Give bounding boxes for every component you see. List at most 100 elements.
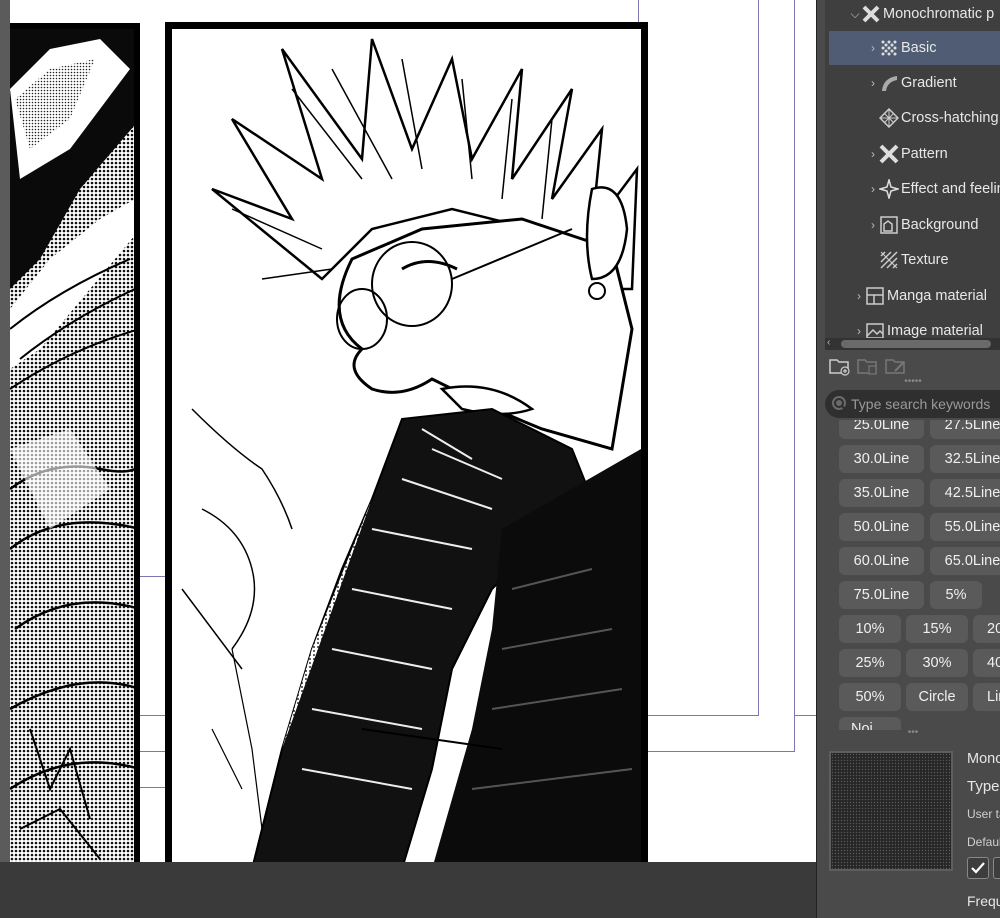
tag-label: 5% [945,587,967,603]
tag-label: 35.0Line [853,485,910,501]
halftone-artwork [10,29,134,862]
tree-item-manga-material[interactable]: › Manga material [853,279,1000,313]
tree-item-label: Effect and feelin [901,181,1000,197]
tag-label: 15% [922,621,952,637]
chevron-right-icon[interactable]: › [853,324,865,338]
chevron-right-icon[interactable]: › [867,182,879,196]
search-input[interactable] [851,396,1000,412]
tag-button[interactable]: 65.0Line [930,547,1000,575]
tag-button[interactable]: Line [973,683,1000,711]
tree-item-monochromatic[interactable]: ⌵ Monochromatic p [849,0,1000,31]
search-field[interactable] [825,390,1000,418]
tree-item-pattern[interactable]: › Pattern [867,137,1000,171]
tree-item-label: Texture [901,252,949,268]
tag-label: 25% [855,655,885,671]
tag-button[interactable]: Circle [906,683,968,711]
tree-item-image-material[interactable]: › Image material [853,314,1000,340]
tag-button[interactable]: 15% [906,615,968,643]
material-tree[interactable]: ⌵ Monochromatic p › Basic › Gradient Cro… [825,0,1000,340]
tree-horizontal-scrollbar[interactable]: ‹ [825,337,1000,350]
new-folder-icon[interactable] [829,355,851,377]
tag-label: Noi [851,721,873,730]
delete-folder-icon[interactable] [857,355,879,377]
pattern-icon [879,144,899,164]
guide-line [140,787,166,788]
checkmark-icon [971,862,985,874]
manga-page[interactable] [10,0,816,862]
canvas-status-bar [0,862,816,918]
tag-label: 25.0Line [853,420,910,433]
background-icon [879,215,899,235]
tag-button[interactable]: 40% [973,649,1000,677]
tree-item-basic[interactable]: › Basic [829,31,1000,65]
scrollbar-thumb[interactable] [841,340,991,348]
tag-button[interactable]: Noi [839,717,901,730]
tag-button[interactable]: 25% [839,649,901,677]
tree-item-label: Background [901,217,979,233]
tree-item-label: Gradient [901,75,957,91]
tree-item-gradient[interactable]: › Gradient [867,66,1000,100]
character-artwork [181,38,641,862]
halftone-dots-icon [879,38,899,58]
option-checkbox[interactable] [993,857,1000,879]
tag-label: 75.0Line [853,587,910,603]
frequency-label: Freque [967,893,1000,909]
tag-button[interactable]: 50% [839,683,901,711]
tag-list: 25.0Line 27.5Line 30.0Line 32.5Line 35.0… [825,420,1000,730]
tree-item-label: Cross-hatching [901,110,999,126]
tag-button[interactable]: 30.0Line [839,445,924,473]
tree-item-texture[interactable]: Texture [879,243,1000,277]
tag-button[interactable]: 55.0Line [930,513,1000,541]
tag-label: 65.0Line [944,553,1000,569]
tag-label: Circle [918,689,956,705]
chevron-right-icon[interactable]: › [867,41,879,55]
tag-button[interactable]: 25.0Line [839,420,924,439]
scroll-left-arrow-icon[interactable]: ‹ [827,337,830,348]
search-icon [828,392,851,416]
material-preview [829,751,953,871]
tag-button[interactable]: 75.0Line [839,581,924,609]
tag-button[interactable]: 20% [973,615,1000,643]
guide-line [758,0,759,716]
tag-button[interactable]: 42.5Line [930,479,1000,507]
chevron-down-icon[interactable]: ⌵ [849,7,861,22]
tag-label: Line [987,689,1000,705]
tag-label: 40% [987,655,1000,671]
tag-button[interactable]: 27.5Line [930,420,1000,439]
tree-item-label: Image material [887,323,983,339]
chevron-right-icon[interactable]: › [867,218,879,232]
chevron-right-icon[interactable]: › [867,147,879,161]
texture-icon [879,250,899,270]
tag-button[interactable]: 32.5Line [930,445,1000,473]
tree-item-effect[interactable]: › Effect and feelin [867,172,1000,206]
gradient-icon [879,73,899,93]
tree-item-label: Manga material [887,288,987,304]
tag-button[interactable]: 5% [930,581,982,609]
tag-button[interactable]: 60.0Line [839,547,924,575]
tag-label: 50% [855,689,885,705]
tag-button[interactable]: 35.0Line [839,479,924,507]
tag-label: 20% [987,621,1000,637]
material-palette: ⌵ Monochromatic p › Basic › Gradient Cro… [816,0,1000,918]
splitter-grip[interactable]: ••• [825,728,1000,740]
tag-button[interactable]: 50.0Line [839,513,924,541]
monochromatic-icon [861,4,881,24]
default-label: Defaul [967,835,1000,849]
canvas-area[interactable] [0,0,816,918]
tag-label: 60.0Line [853,553,910,569]
chevron-right-icon[interactable]: › [853,289,865,303]
splitter-grip[interactable]: ••••• [825,377,1000,388]
tag-button[interactable]: 30% [906,649,968,677]
edit-folder-icon[interactable] [885,355,907,377]
tree-item-cross-hatching[interactable]: Cross-hatching [879,101,1000,135]
tree-item-background[interactable]: › Background [867,208,1000,242]
comic-panel-main[interactable] [165,22,648,862]
chevron-right-icon[interactable]: › [867,76,879,90]
halftone-preview-image [831,753,951,869]
tag-label: 30% [922,655,952,671]
comic-panel-left[interactable] [10,23,140,862]
default-checkbox[interactable] [967,857,989,879]
tag-button[interactable]: 10% [839,615,901,643]
tag-label: 55.0Line [944,519,1000,535]
guide-line [794,0,795,752]
